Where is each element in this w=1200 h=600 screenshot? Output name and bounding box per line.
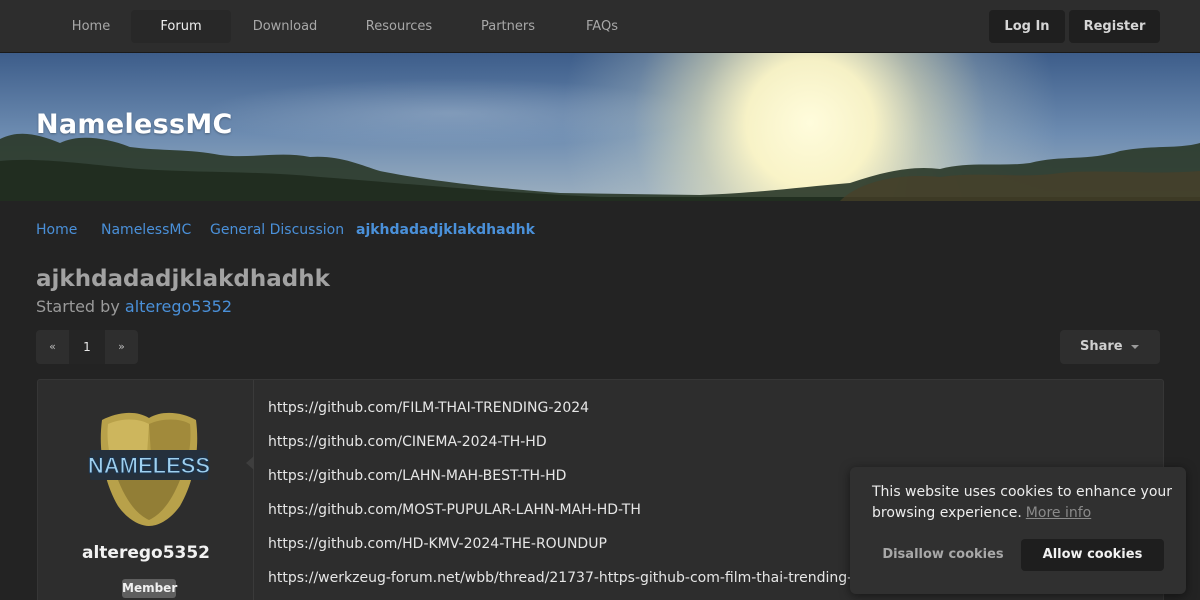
- post-username[interactable]: alterego5352: [38, 543, 254, 563]
- site-banner: NamelessMC: [0, 53, 1200, 201]
- pagination: « 1 »: [36, 330, 138, 364]
- breadcrumb-namelessmc[interactable]: NamelessMC: [101, 222, 191, 238]
- allow-cookies-button[interactable]: Allow cookies: [1021, 539, 1164, 571]
- cookie-message: This website uses cookies to enhance you…: [872, 482, 1172, 524]
- nav-download[interactable]: Download: [239, 10, 331, 43]
- avatar[interactable]: NAMELESS: [88, 410, 210, 528]
- register-button[interactable]: Register: [1069, 10, 1160, 43]
- pagination-prev[interactable]: «: [36, 330, 69, 364]
- top-navbar: Home Forum Download Resources Partners F…: [0, 0, 1200, 53]
- share-button[interactable]: Share: [1060, 330, 1160, 364]
- post-line: https://github.com/FILM-THAI-TRENDING-20…: [268, 400, 590, 416]
- thread-author-link[interactable]: alterego5352: [125, 297, 232, 316]
- nav-forum[interactable]: Forum: [131, 10, 231, 43]
- breadcrumb-current-thread: ajkhdadadjklakdhadhk: [356, 222, 535, 238]
- disallow-cookies-button[interactable]: Disallow cookies: [872, 539, 1014, 571]
- nav-faqs[interactable]: FAQs: [572, 10, 632, 43]
- rank-badge: Member: [122, 579, 177, 598]
- chevron-down-icon: [1131, 345, 1139, 349]
- pagination-next[interactable]: »: [105, 330, 138, 364]
- breadcrumb-home[interactable]: Home: [36, 222, 77, 238]
- nav-resources[interactable]: Resources: [350, 10, 448, 43]
- site-title[interactable]: NamelessMC: [36, 109, 233, 140]
- post-author-panel: NAMELESS alterego5352 Member: [38, 380, 254, 600]
- cookie-message-text: This website uses cookies to enhance you…: [872, 484, 1173, 521]
- thread-started-by: Started by alterego5352: [36, 297, 232, 316]
- post-arrow: [246, 456, 254, 470]
- thread-title: ajkhdadadjklakdhadhk: [36, 266, 330, 292]
- post-line: https://github.com/CINEMA-2024-TH-HD: [268, 434, 547, 450]
- cookie-more-info-link[interactable]: More info: [1026, 505, 1091, 521]
- nav-partners[interactable]: Partners: [466, 10, 550, 43]
- nav-home[interactable]: Home: [56, 10, 126, 43]
- pagination-page-1[interactable]: 1: [69, 330, 105, 364]
- cookie-consent-dialog: This website uses cookies to enhance you…: [850, 467, 1186, 594]
- avatar-logo-text: NAMELESS: [88, 453, 210, 478]
- started-by-label: Started by: [36, 297, 120, 316]
- breadcrumb-general-discussion[interactable]: General Discussion: [210, 222, 344, 238]
- login-button[interactable]: Log In: [989, 10, 1065, 43]
- share-label: Share: [1080, 339, 1123, 354]
